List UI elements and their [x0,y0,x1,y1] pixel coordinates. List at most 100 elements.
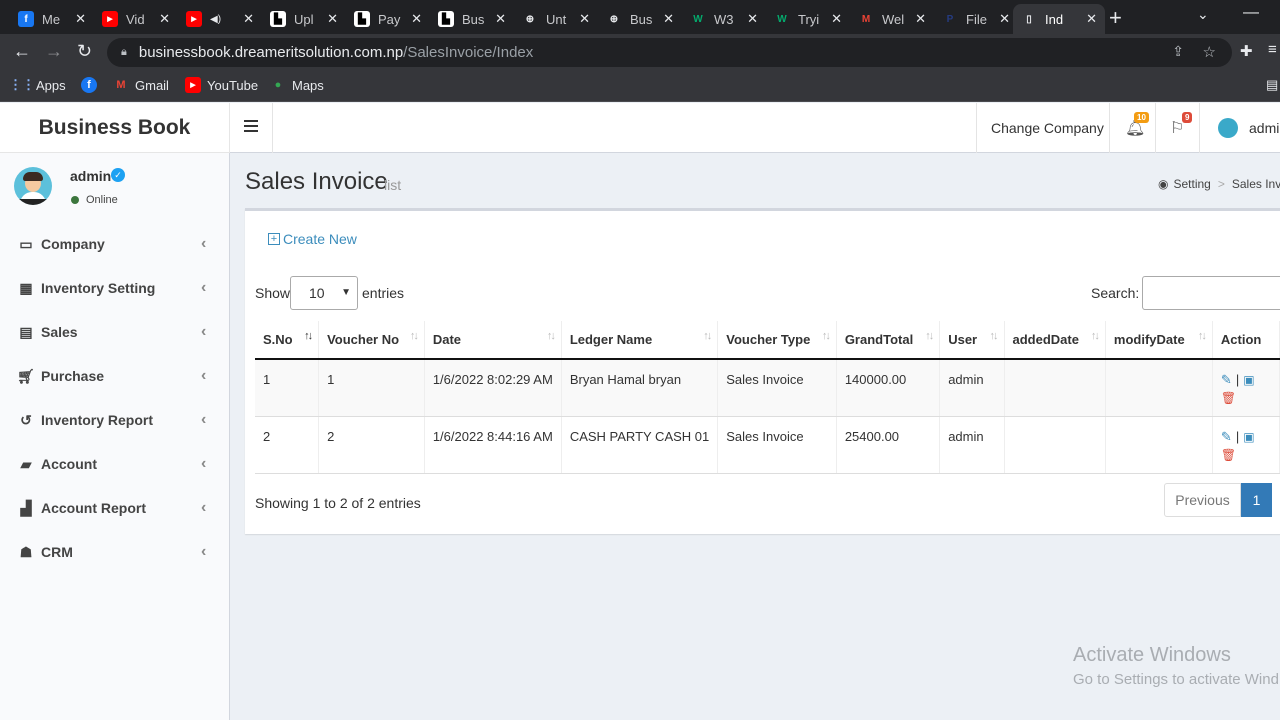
table-cell [1004,416,1106,474]
chevron-down-icon: ▼ [341,287,351,298]
sidebar-item-company[interactable]: ▭ Company ‹ [0,222,229,266]
edit-icon[interactable]: ✎ [1221,429,1232,444]
speaker-icon[interactable]: ◀) [210,14,221,25]
page-1-button[interactable]: 1 [1241,483,1272,517]
breadcrumb-setting[interactable]: Setting [1173,177,1210,191]
globe-icon: ⊕ [609,13,619,25]
bookmark-facebook[interactable]: f [81,77,103,93]
forward-icon[interactable]: → [45,41,63,62]
table-cell: 1/6/2022 8:02:29 AM [424,359,562,417]
browser-tab[interactable]: P File ✕ [934,4,1018,34]
close-tab-icon[interactable]: ✕ [411,11,422,27]
delete-icon[interactable]: 🗑︎ [1221,448,1271,462]
close-tab-icon[interactable]: ✕ [747,11,758,27]
search-input[interactable] [1142,276,1280,310]
browser-tab[interactable]: ⊕ Bus ✕ [598,4,682,34]
sidebar-item-sales[interactable]: ▤ Sales ‹ [0,310,229,354]
create-new-button[interactable]: + Create New [268,231,357,247]
bookmark-youtube[interactable]: ▶ YouTube [185,77,258,93]
sort-icon[interactable]: ↑↓ [1198,330,1207,342]
sort-icon[interactable]: ↑↓ [547,330,556,342]
bookmark-gmail[interactable]: M Gmail [113,77,169,93]
sidebar-item-inventory-setting[interactable]: ▦ Inventory Setting ‹ [0,266,229,310]
new-tab-button[interactable]: + [1109,5,1122,31]
url-bar[interactable]: 🔒︎ businessbook.dreameritsolution.com.np… [107,38,1232,67]
column-header[interactable]: Action [1212,321,1280,360]
column-header[interactable]: GrandTotal ↑↓ [836,321,941,360]
print-icon[interactable]: ▣ [1243,373,1254,387]
action-cell: ✎ | ▣ 🗑︎ [1212,359,1280,417]
table-cell: CASH PARTY CASH 01 [561,416,719,474]
extensions-icon[interactable]: ✚ [1240,42,1253,60]
column-header[interactable]: addedDate ↑↓ [1004,321,1106,360]
column-header[interactable]: User ↑↓ [939,321,1005,360]
user-menu-name[interactable]: admi [1249,120,1279,136]
back-icon[interactable]: ← [13,41,31,62]
sidebar-toggle-icon[interactable] [244,120,258,132]
browser-tab[interactable]: W W3 ✕ [682,4,766,34]
sort-icon[interactable]: ↑↓ [703,330,712,342]
reload-icon[interactable]: ↻ [77,41,92,62]
sidebar-item-account[interactable]: ▰ Account ‹ [0,442,229,486]
sidebar-item-purchase[interactable]: 🛒︎ Purchase ‹ [0,354,229,398]
browser-tab[interactable]: W Tryi ✕ [766,4,850,34]
close-tab-icon[interactable]: ✕ [663,11,674,27]
sidebar-item-account-report[interactable]: ▟ Account Report ‹ [0,486,229,530]
previous-page-button[interactable]: Previous [1164,483,1241,517]
browser-tab[interactable]: ▙ Bus ✕ [430,4,514,34]
address-bar-row: ← → ↻ 🔒︎ businessbook.dreameritsolution.… [0,34,1280,71]
menu-icon[interactable]: ≡ [1268,41,1277,58]
table-info: Showing 1 to 2 of 2 entries [255,495,421,511]
sort-icon[interactable]: ↑↓ [990,330,999,342]
edit-icon[interactable]: ✎ [1221,372,1232,387]
delete-icon[interactable]: 🗑︎ [1221,391,1271,405]
show-label: Show [255,285,291,301]
sort-icon[interactable]: ↑↓ [410,330,419,342]
close-tab-icon[interactable]: ✕ [327,11,338,27]
close-tab-icon[interactable]: ✕ [1086,11,1097,27]
sort-icon[interactable]: ↑↓ [1091,330,1100,342]
close-tab-icon[interactable]: ✕ [243,11,254,27]
close-tab-icon[interactable]: ✕ [159,11,170,27]
column-header[interactable]: Date ↑↓ [424,321,562,360]
browser-tab[interactable]: M Wel ✕ [850,4,934,34]
sort-icon[interactable]: ↑↓ [304,330,313,342]
browser-tab[interactable]: ▙ Upl ✕ [262,4,346,34]
sort-icon[interactable]: ↑↓ [925,330,934,342]
close-tab-icon[interactable]: ✕ [831,11,842,27]
close-tab-icon[interactable]: ✕ [579,11,590,27]
column-header[interactable]: modifyDate ↑↓ [1105,321,1213,360]
close-tab-icon[interactable]: ✕ [915,11,926,27]
share-icon[interactable]: ⇪ [1172,43,1184,60]
print-icon[interactable]: ▣ [1243,430,1254,444]
page-size-select[interactable]: 10 ▼ [290,276,358,310]
cart-icon: 🛒︎ [17,367,35,384]
browser-tab[interactable]: ▶ Vid ✕ [94,4,178,34]
table-cell: 1 [318,359,425,417]
browser-tab[interactable]: ▶ ◀) ✕ [178,4,262,34]
column-header[interactable]: Voucher No ↑↓ [318,321,425,360]
close-tab-icon[interactable]: ✕ [999,11,1010,27]
change-company-link[interactable]: Change Company [991,120,1104,136]
column-header[interactable]: Ledger Name ↑↓ [561,321,719,360]
sidebar-item-inventory-report[interactable]: ↺ Inventory Report ‹ [0,398,229,442]
column-header[interactable]: S.No ↑↓ [255,321,320,360]
sidebar-item-crm[interactable]: ☗ CRM ‹ [0,530,229,574]
minimize-icon[interactable]: — [1243,4,1259,22]
bookmark-apps[interactable]: ⋮⋮ Apps [9,77,66,93]
column-header[interactable]: Voucher Type ↑↓ [717,321,837,360]
bookmark-maps[interactable]: ● Maps [270,77,324,93]
close-tab-icon[interactable]: ✕ [495,11,506,27]
browser-tab[interactable]: ⊕ Unt ✕ [514,4,598,34]
app-logo[interactable]: Business Book [0,103,230,153]
browser-tab[interactable]: ▯ Ind ✕ [1013,4,1105,34]
user-avatar[interactable] [1218,118,1238,138]
browser-tab[interactable]: f Me ✕ [10,4,94,34]
close-tab-icon[interactable]: ✕ [75,11,86,27]
tab-search-icon[interactable]: ⌄ [1197,6,1209,23]
reading-list-icon[interactable]: ▤ [1266,77,1278,93]
bookmark-star-icon[interactable]: ☆ [1203,43,1216,61]
sort-icon[interactable]: ↑↓ [822,330,831,342]
breadcrumb: ◉ Setting > Sales Inv [1158,177,1280,191]
browser-tab[interactable]: ▙ Pay ✕ [346,4,430,34]
